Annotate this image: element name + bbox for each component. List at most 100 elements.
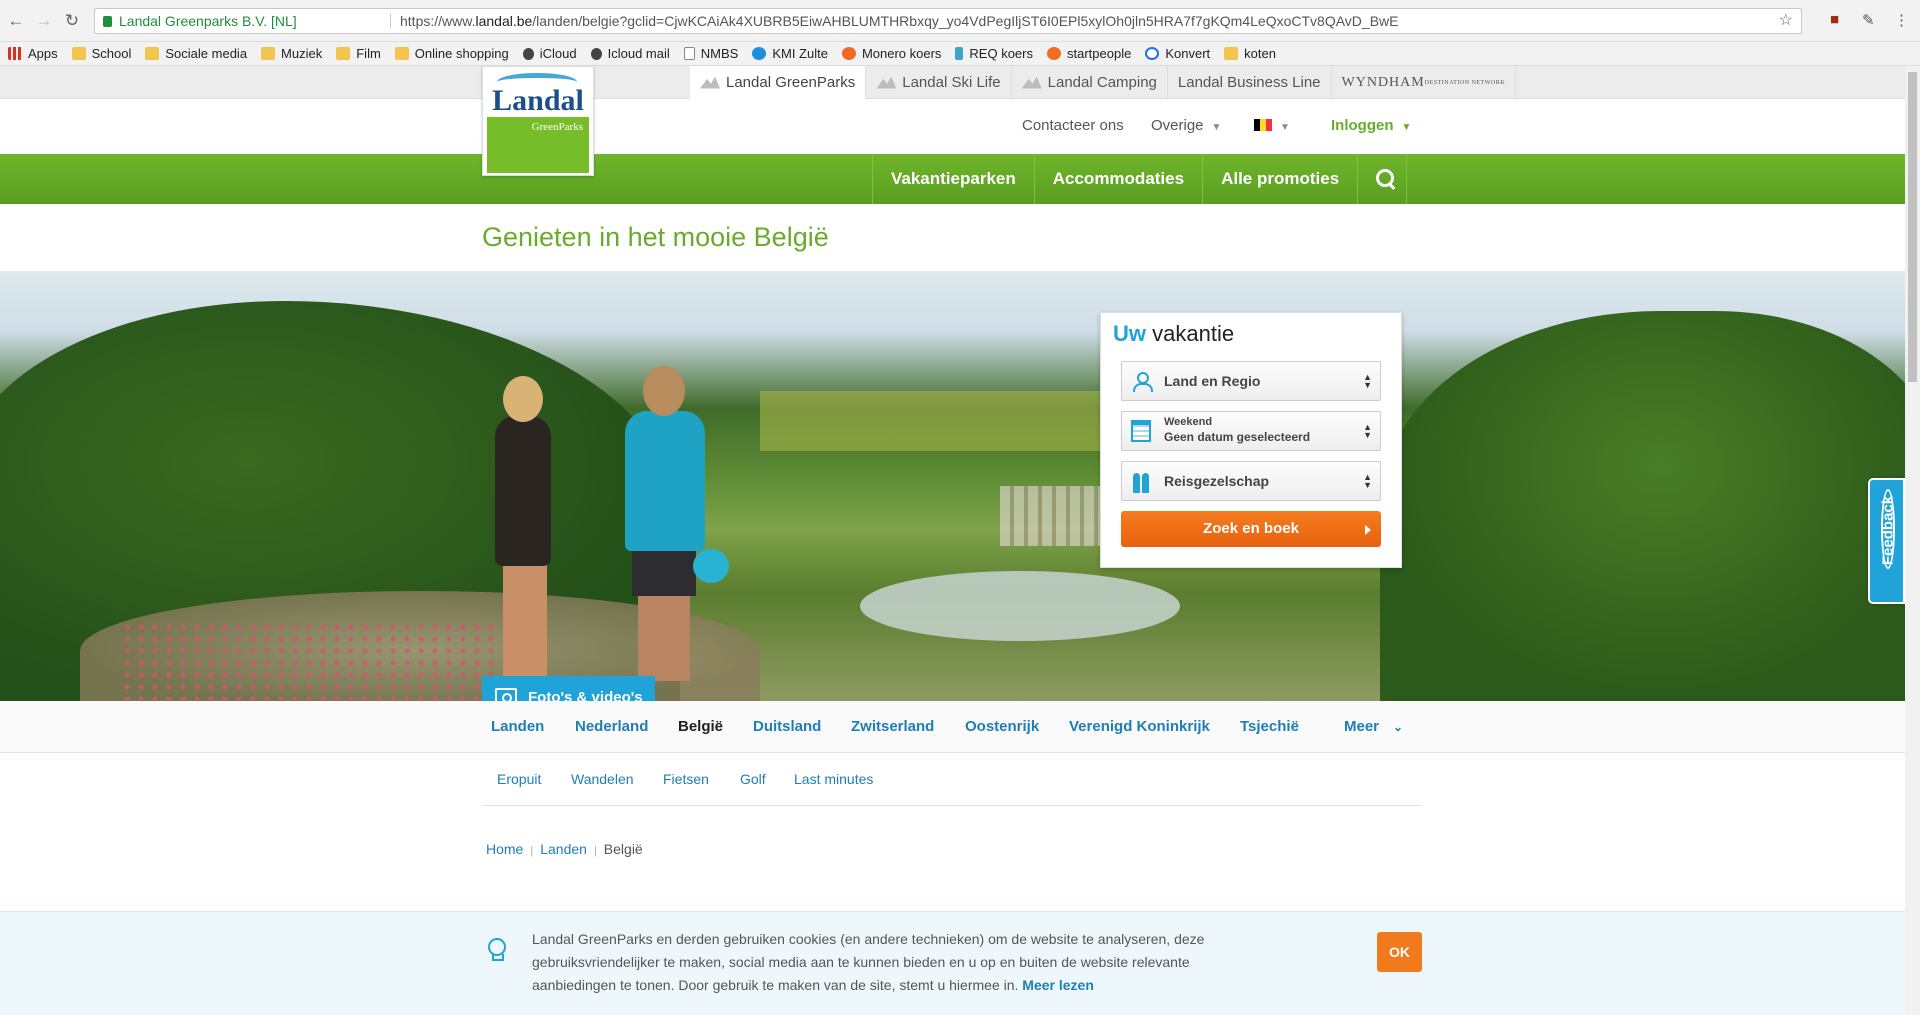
feedback-icon: [1881, 489, 1895, 569]
brand-tab-greenparks[interactable]: Landal GreenParks: [690, 66, 867, 99]
landal-logo[interactable]: Landal GreenParks: [482, 66, 594, 176]
bookmark-startpeople[interactable]: startpeople: [1047, 46, 1131, 61]
nav-alle-promoties[interactable]: Alle promoties: [1202, 154, 1357, 204]
forward-arrow-icon[interactable]: →: [34, 11, 54, 31]
folder-icon: [336, 47, 351, 60]
logo-wordmark: Landal: [492, 84, 584, 117]
bookmark-star-icon[interactable]: ☆: [1779, 9, 1793, 33]
subnav-fietsen[interactable]: Fietsen: [663, 771, 709, 787]
pdf-extension-icon[interactable]: ■: [1830, 11, 1839, 28]
folder-icon: [261, 47, 276, 60]
subnav-golf[interactable]: Golf: [740, 771, 766, 787]
req-icon: [955, 47, 964, 60]
country-tabs: Landen Nederland België Duitsland Zwitse…: [0, 701, 1905, 753]
bookmark-konvert[interactable]: Konvert: [1145, 46, 1210, 61]
nav-vakantieparken[interactable]: Vakantieparken: [872, 154, 1034, 204]
landscape-icon: [700, 76, 720, 89]
cookie-ok-button[interactable]: OK: [1377, 932, 1422, 972]
browser-toolbar: ← → ↻ Landal Greenparks B.V. [NL] https:…: [0, 0, 1920, 42]
konvert-icon: [1145, 47, 1160, 60]
group-icon: [1131, 471, 1153, 493]
cookie-message: Landal GreenParks en derden gebruiken co…: [532, 931, 1205, 993]
bookmark-icloud-mail[interactable]: Icloud mail: [590, 46, 670, 61]
country-tab-belgie[interactable]: België: [678, 718, 723, 735]
country-tab-tsjechie[interactable]: Tsjechië: [1240, 718, 1299, 735]
page-title: Genieten in het mooie België: [482, 222, 829, 252]
feedback-tab[interactable]: Feedback: [1868, 478, 1905, 604]
kmi-icon: [752, 47, 767, 60]
apple-icon: [522, 47, 534, 60]
bookmark-school[interactable]: School: [71, 46, 131, 61]
country-tab-oostenrijk[interactable]: Oostenrijk: [965, 718, 1039, 735]
folder-icon: [1224, 47, 1239, 60]
monero-icon: [841, 47, 856, 60]
wyndham-logo[interactable]: WYNDHAM DESTINATION NETWORK: [1332, 66, 1517, 99]
url-text[interactable]: https://www.landal.be/landen/belgie?gcli…: [400, 9, 1399, 33]
region-select[interactable]: Land en Regio ▲ ▼: [1121, 361, 1381, 401]
bookmark-film[interactable]: Film: [336, 46, 381, 61]
select-arrows-icon: ▲ ▼: [1363, 372, 1372, 390]
bookmark-apps[interactable]: Apps: [8, 46, 58, 61]
play-arrow-icon: [1365, 525, 1371, 535]
hero-image: Foto's & video's Uw vakantie Land en Reg…: [0, 271, 1905, 701]
language-dropdown[interactable]: ▼: [1254, 117, 1290, 134]
country-tab-landen[interactable]: Landen: [491, 718, 544, 735]
search-button[interactable]: [1357, 154, 1408, 204]
brand-tab-camping[interactable]: Landal Camping: [1012, 66, 1168, 99]
other-dropdown[interactable]: Overige ▼: [1151, 117, 1221, 134]
bookmark-koten[interactable]: koten: [1224, 46, 1276, 61]
brand-tab-business-line[interactable]: Landal Business Line: [1168, 66, 1332, 99]
scrollbar-thumb[interactable]: [1908, 72, 1917, 382]
address-bar[interactable]: Landal Greenparks B.V. [NL] https://www.…: [94, 8, 1802, 34]
lock-icon: [103, 16, 112, 27]
reload-icon[interactable]: ↻: [62, 11, 82, 31]
read-more-link[interactable]: Meer lezen: [1022, 977, 1094, 993]
bookmark-kmi-zulte[interactable]: KMI Zulte: [752, 46, 828, 61]
brand-tab-ski-life[interactable]: Landal Ski Life: [866, 66, 1012, 99]
booking-title: Uw vakantie: [1113, 321, 1235, 346]
subnav-eropuit[interactable]: Eropuit: [497, 771, 541, 787]
back-arrow-icon[interactable]: ←: [6, 11, 26, 31]
brand-bar: Landal GreenParks Landal Ski Life Landal…: [0, 66, 1905, 99]
breadcrumb-home[interactable]: Home: [486, 841, 523, 857]
country-tab-verenigd-koninkrijk[interactable]: Verenigd Koninkrijk: [1069, 718, 1210, 735]
country-tab-duitsland[interactable]: Duitsland: [753, 718, 821, 735]
secure-site-label: Landal Greenparks B.V. [NL]: [119, 13, 297, 29]
belgium-flag-icon: [1254, 119, 1272, 131]
logo-subtitle: GreenParks: [531, 121, 583, 133]
eyedropper-extension-icon[interactable]: ✎: [1862, 11, 1875, 29]
location-person-icon: [1132, 372, 1153, 392]
country-tab-nederland[interactable]: Nederland: [575, 718, 648, 735]
select-arrows-icon: ▲ ▼: [1363, 472, 1372, 490]
bookmark-online-shopping[interactable]: Online shopping: [394, 46, 509, 61]
search-and-book-button[interactable]: Zoek en boek: [1121, 511, 1381, 547]
page-scrollbar[interactable]: [1905, 66, 1920, 1015]
wyndham-logo-text: WYNDHAM: [1341, 74, 1425, 90]
breadcrumb-current: België: [603, 841, 643, 857]
date-select[interactable]: Weekend Geen datum geselecteerd ▲ ▼: [1121, 411, 1381, 451]
lightbulb-icon: [482, 932, 510, 962]
subnav-last-minutes[interactable]: Last minutes: [794, 771, 873, 787]
country-tab-zwitserland[interactable]: Zwitserland: [851, 718, 934, 735]
breadcrumb-landen[interactable]: Landen: [540, 841, 587, 857]
bookmark-sociale-media[interactable]: Sociale media: [145, 46, 247, 61]
folder-icon: [145, 47, 160, 60]
bookmark-muziek[interactable]: Muziek: [261, 46, 322, 61]
caret-down-icon: ▼: [1280, 122, 1290, 133]
photos-videos-button[interactable]: Foto's & video's: [482, 676, 655, 701]
photo-icon: [495, 688, 517, 701]
bookmark-nmbs[interactable]: NMBS: [683, 46, 738, 61]
bookmark-req-koers[interactable]: REQ koers: [955, 46, 1033, 61]
browser-menu-icon[interactable]: ⋮: [1894, 11, 1909, 29]
search-icon: [1376, 169, 1395, 189]
country-tab-more[interactable]: Meer ⌄: [1344, 718, 1403, 735]
nav-accommodaties[interactable]: Accommodaties: [1033, 154, 1202, 204]
contact-link[interactable]: Contacteer ons: [1022, 117, 1124, 134]
booking-widget: Uw vakantie Land en Regio ▲ ▼ Weekend Gee…: [1100, 312, 1402, 568]
bookmark-monero-koers[interactable]: Monero koers: [841, 46, 941, 61]
bookmark-icloud[interactable]: iCloud: [522, 46, 577, 61]
subnav-wandelen[interactable]: Wandelen: [571, 771, 634, 787]
party-select[interactable]: Reisgezelschap ▲ ▼: [1121, 461, 1381, 501]
login-dropdown[interactable]: Inloggen ▼: [1331, 117, 1411, 134]
page-icon: [683, 47, 695, 60]
